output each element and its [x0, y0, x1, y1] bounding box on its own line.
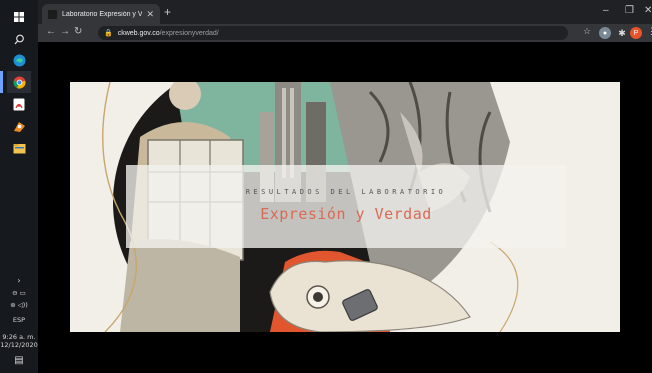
reload-icon[interactable]: ↻	[74, 26, 82, 37]
address-bar[interactable]: 🔒 ckweb.gov.co/expresionyverdad/	[98, 26, 568, 40]
tab-expresion-y-verdad[interactable]: Laboratorio Expresión y Verdad ✕	[42, 4, 160, 24]
network-volume-tray-icon[interactable]: ⊖ ▭	[0, 289, 38, 297]
notifications-icon[interactable]: ▤	[0, 356, 38, 366]
windows-taskbar: › ⊖ ▭ ⊛ ◁)) ESP 9:26 a. m. 12/12/2020 ▤	[0, 0, 38, 373]
windows-start-icon[interactable]	[7, 6, 31, 28]
page-viewport: RESULTADOS DEL LABORATORIO Expresión y V…	[38, 42, 652, 373]
show-hidden-icons-chevron-icon[interactable]: ›	[0, 277, 38, 285]
close-window-icon[interactable]: ✕	[644, 5, 652, 16]
restore-icon[interactable]: ❐	[625, 5, 634, 16]
browser-tab-strip: Laboratorio Expresión y Verdad ✕ + – ❐ ✕	[38, 0, 652, 24]
extensions-puzzle-icon[interactable]: ✱	[616, 27, 628, 39]
edge-icon[interactable]	[7, 49, 31, 71]
forward-icon[interactable]: →	[60, 26, 70, 37]
browser-toolbar: ← → ↻ 🔒 ckweb.gov.co/expresionyverdad/ ☆…	[38, 24, 652, 42]
acrobat-icon[interactable]	[7, 93, 31, 115]
extension-badge-icon[interactable]: ●	[599, 27, 611, 39]
search-icon[interactable]	[7, 28, 31, 50]
language-indicator[interactable]: ESP	[0, 316, 38, 324]
bookmark-star-icon[interactable]: ☆	[583, 26, 591, 37]
menu-kebab-icon[interactable]: ⋮	[647, 26, 652, 37]
tab-title: Laboratorio Expresión y Verdad	[62, 10, 143, 18]
profile-avatar[interactable]: P	[630, 27, 642, 39]
tab-close-icon[interactable]: ✕	[146, 9, 154, 20]
clock-date[interactable]: 12/12/2020	[0, 341, 38, 349]
new-tab-icon[interactable]: +	[164, 5, 171, 19]
hero-title: Expresión y Verdad	[260, 205, 432, 223]
back-icon[interactable]: ←	[46, 26, 56, 37]
lock-icon[interactable]: 🔒	[104, 29, 113, 37]
file-explorer-icon[interactable]	[7, 137, 31, 159]
favicon-icon	[48, 9, 57, 19]
hero-banner: RESULTADOS DEL LABORATORIO Expresión y V…	[70, 82, 620, 332]
clock-time[interactable]: 9:26 a. m.	[0, 333, 38, 341]
minimize-icon[interactable]: –	[603, 5, 609, 16]
orange-app-icon[interactable]	[7, 115, 31, 137]
active-app-indicator	[0, 71, 3, 93]
hero-title-panel: RESULTADOS DEL LABORATORIO Expresión y V…	[126, 165, 566, 248]
chrome-icon[interactable]	[7, 71, 31, 93]
wifi-speaker-tray-icon[interactable]: ⊛ ◁))	[0, 301, 38, 309]
url-host: ckweb.gov.co	[117, 29, 160, 37]
url-path: /expresionyverdad/	[159, 29, 219, 37]
hero-eyebrow: RESULTADOS DEL LABORATORIO	[245, 188, 447, 196]
